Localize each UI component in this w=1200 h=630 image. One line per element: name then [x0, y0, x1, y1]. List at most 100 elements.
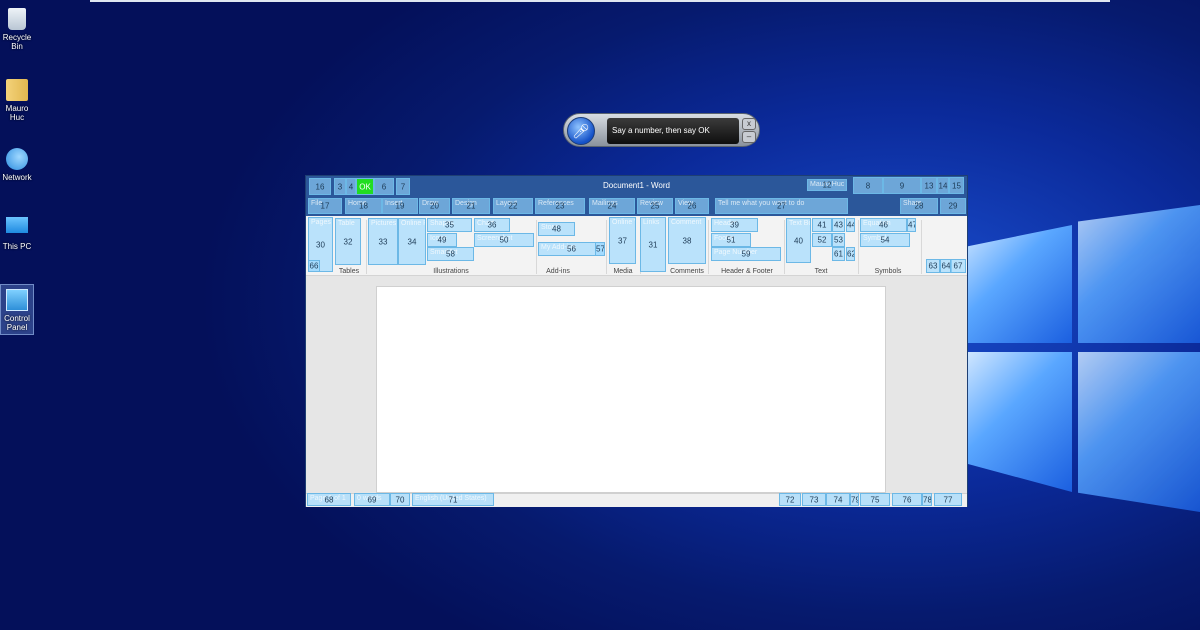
overlay-number: 43	[834, 220, 843, 230]
desktop-icon-this-pc[interactable]: This PC	[0, 213, 34, 251]
overlay-ok[interactable]: OK	[356, 178, 374, 195]
overlay-number: 27	[777, 201, 786, 211]
overlay-52[interactable]: 52	[812, 233, 832, 247]
overlay-48[interactable]: Store 48	[538, 222, 575, 236]
overlay-53[interactable]: 53	[832, 233, 845, 247]
overlay-18[interactable]: Home 18	[345, 198, 382, 214]
overlay-63[interactable]: 63	[926, 259, 940, 273]
top-window-edge	[90, 0, 1110, 2]
overlay-71[interactable]: English (United States) 71	[412, 493, 494, 506]
overlay-number: 39	[730, 220, 739, 230]
overlay-12[interactable]: Mauro Huc 12	[807, 179, 847, 191]
overlay-underlying-label: Comment	[671, 219, 702, 226]
overlay-20[interactable]: Draw 20	[419, 198, 450, 214]
overlay-7[interactable]: 7	[396, 178, 410, 195]
overlay-22[interactable]: Layout 22	[493, 198, 533, 214]
overlay-16[interactable]: 16	[309, 178, 331, 195]
overlay-27[interactable]: Tell me what you want to do 27	[715, 198, 848, 214]
overlay-40[interactable]: Text Box 40	[786, 218, 811, 263]
overlay-62[interactable]: 62	[846, 247, 855, 261]
overlay-47[interactable]: 47	[907, 218, 916, 232]
desktop-icon-network[interactable]: Network	[0, 144, 34, 182]
overlay-76[interactable]: 76	[892, 493, 922, 506]
overlay-26[interactable]: View 26	[675, 198, 709, 214]
desktop-icon-control-panel[interactable]: Control Panel	[0, 284, 34, 335]
overlay-78[interactable]: 78	[922, 493, 932, 506]
overlay-38[interactable]: Comment 38	[668, 217, 706, 264]
overlay-3[interactable]: 3	[334, 178, 346, 195]
speech-minimize-button[interactable]: –	[742, 131, 756, 143]
overlay-54[interactable]: Symbol 54	[860, 233, 910, 247]
desktop-icon-user[interactable]: Mauro Huc	[0, 75, 34, 122]
overlay-14[interactable]: 14	[937, 177, 949, 194]
overlay-underlying-label: Pictures	[371, 220, 397, 227]
overlay-underlying-label: Online Video	[612, 219, 635, 226]
microphone-icon[interactable]: 🎤︎	[567, 117, 595, 145]
overlay-72[interactable]: 72	[779, 493, 801, 506]
overlay-61[interactable]: 61	[832, 247, 845, 261]
overlay-8[interactable]: 8	[853, 177, 883, 194]
overlay-44[interactable]: 44	[846, 218, 855, 232]
overlay-50[interactable]: Screenshot 50	[474, 233, 534, 247]
overlay-24[interactable]: Mailings 24	[589, 198, 635, 214]
overlay-46[interactable]: Equation 46	[860, 218, 907, 232]
overlay-number: 34	[407, 237, 417, 246]
overlay-66[interactable]: 66	[308, 260, 320, 272]
overlay-underlying-label: Online Pictures	[401, 220, 425, 227]
overlay-59[interactable]: Page Number 59	[711, 247, 781, 261]
overlay-35[interactable]: Shapes 35	[427, 218, 472, 232]
overlay-number: 37	[618, 236, 627, 245]
overlay-34[interactable]: Online Pictures 34	[398, 218, 426, 265]
overlay-number: 17	[320, 201, 330, 211]
desktop-icon-recycle-bin[interactable]: Recycle Bin	[0, 4, 34, 51]
overlay-number: 9	[899, 181, 905, 190]
overlay-57[interactable]: 57	[595, 242, 605, 256]
overlay-79[interactable]: 79	[850, 493, 859, 506]
overlay-51[interactable]: Footer 51	[711, 233, 751, 247]
overlay-70[interactable]: 70	[390, 493, 410, 506]
overlay-67[interactable]: 67	[950, 259, 966, 273]
overlay-number: 78	[923, 495, 932, 504]
overlay-4[interactable]: 4	[346, 178, 356, 195]
overlay-68[interactable]: Page 1 of 1 68	[307, 493, 351, 506]
overlay-36[interactable]: Chart 36	[474, 218, 510, 232]
overlay-31[interactable]: Links 31	[640, 217, 666, 272]
overlay-number: 62	[847, 249, 854, 259]
overlay-number: 24	[607, 201, 617, 211]
overlay-number: 48	[552, 224, 561, 234]
overlay-37[interactable]: Online Video 37	[609, 217, 636, 264]
overlay-49[interactable]: Icons 49	[427, 233, 457, 247]
overlay-25[interactable]: Review 25	[637, 198, 673, 214]
overlay-9[interactable]: 9	[883, 177, 921, 194]
overlay-number: 36	[487, 220, 497, 230]
overlay-21[interactable]: Design 21	[452, 198, 490, 214]
overlay-33[interactable]: Pictures 33	[368, 218, 398, 265]
overlay-15[interactable]: 15	[949, 177, 964, 194]
overlay-23[interactable]: References 23	[535, 198, 585, 214]
overlay-69[interactable]: 0 words 69	[354, 493, 390, 506]
overlay-41[interactable]: 41	[812, 218, 832, 232]
overlay-17[interactable]: File 17	[308, 198, 342, 214]
overlay-74[interactable]: 74	[826, 493, 850, 506]
overlay-43[interactable]: 43	[832, 218, 845, 232]
overlay-number: 33	[378, 237, 388, 246]
overlay-39[interactable]: Header 39	[711, 218, 758, 232]
overlay-58[interactable]: SmartArt 58	[427, 247, 474, 261]
overlay-number: 58	[446, 249, 455, 259]
overlay-6[interactable]: 6	[374, 178, 394, 195]
overlay-73[interactable]: 73	[802, 493, 826, 506]
overlay-number: 15	[952, 181, 961, 190]
overlay-77[interactable]: 77	[934, 493, 962, 506]
overlay-28[interactable]: Share 28	[900, 198, 938, 214]
overlay-19[interactable]: Insert 19	[382, 198, 418, 214]
group-label-comments: Comments	[670, 268, 704, 275]
computer-icon	[6, 217, 28, 233]
overlay-29[interactable]: 29	[940, 198, 966, 214]
overlay-13[interactable]: 13	[921, 177, 937, 194]
overlay-number: 14	[938, 181, 948, 190]
overlay-75[interactable]: 75	[860, 493, 890, 506]
speech-close-button[interactable]: x	[742, 118, 756, 130]
control-panel-icon	[6, 289, 28, 311]
document-page[interactable]	[376, 286, 886, 493]
overlay-32[interactable]: Table 32	[335, 218, 361, 265]
